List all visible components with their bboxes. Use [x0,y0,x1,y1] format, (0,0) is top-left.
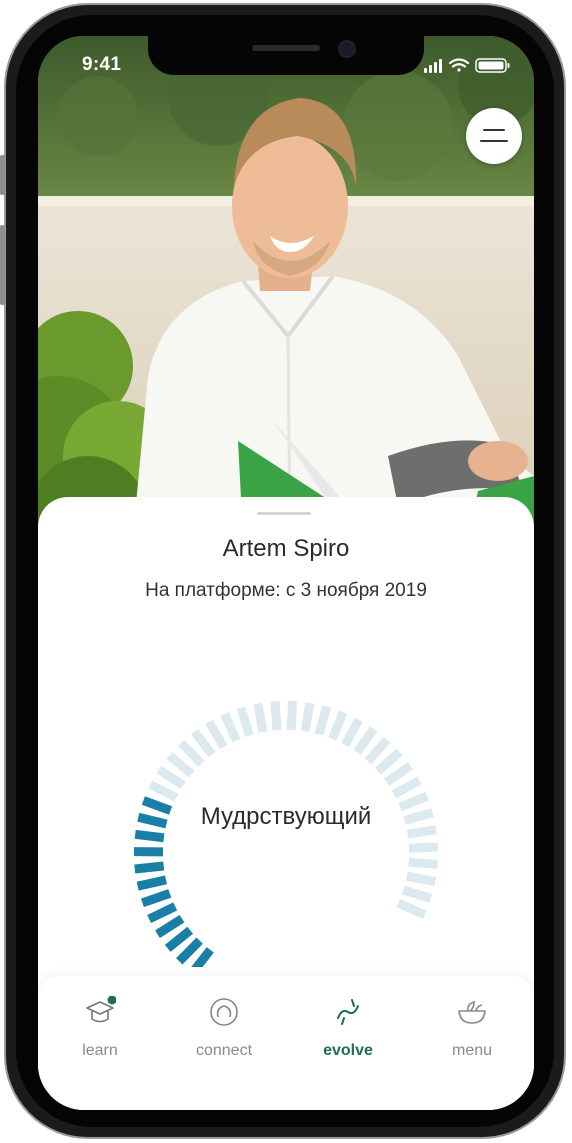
evolve-wave-icon [337,999,359,1025]
gauge-segment-inactive [341,717,363,748]
gauge-segment-inactive [408,857,438,869]
gauge-segment-inactive [353,726,378,756]
gauge-segment-inactive [156,765,186,790]
volume-button [0,225,5,305]
gauge-segment-inactive [314,705,332,736]
gauge-segment-inactive [408,842,439,853]
gauge-segment-inactive [391,776,422,799]
gauge-segment-active [136,875,167,891]
gauge-segment-inactive [401,885,433,903]
gauge-segment-active [140,889,172,908]
gauge-segment-inactive [220,712,241,743]
gauge-segment-inactive [364,736,391,765]
gauge-segment-inactive [396,898,427,919]
connect-ring-icon [210,998,238,1026]
gauge-segment-active [134,861,165,874]
status-time: 9:41 [82,54,122,75]
gauge-segment-inactive [178,739,205,767]
gauge-segment-inactive [148,780,179,802]
gauge-segment-active [134,829,165,843]
tab-learn[interactable]: learn [38,976,162,1076]
tab-menu-label: menu [451,1042,493,1059]
gauge-segment-active [147,902,178,924]
menu-line-bottom [480,140,508,142]
gauge-segment-inactive [205,719,228,750]
notification-badge [107,996,116,1005]
earpiece-speaker [252,45,320,51]
gauge-segment-inactive [384,761,413,786]
gauge-segment-inactive [286,700,297,731]
tab-connect-label: connect [195,1042,253,1059]
gauge-segment-inactive [236,706,254,737]
tab-evolve[interactable]: evolve [286,976,410,1076]
bottom-tab-bar: learn connect evolve menu [38,976,534,1110]
gauge-segment-inactive [374,748,403,775]
gauge-segment-inactive [405,871,437,887]
gauge-segment-inactive [300,702,315,733]
device-notch [148,36,424,75]
gauge-segment-inactive [270,701,282,731]
tab-evolve-label: evolve [323,1042,373,1059]
gauge-segment-inactive [191,728,216,758]
tab-learn-label: learn [82,1042,118,1059]
gauge-segment-inactive [166,752,195,778]
gauge-segment-active [164,926,194,952]
level-label: Мудрствующий [200,803,372,830]
gauge-segment-active [155,914,185,939]
status-icons [424,57,514,73]
gauge-segment-active [176,937,203,965]
battery-icon [475,58,510,73]
gauge-segment-inactive [253,702,268,733]
gauge-segment-active [191,947,214,967]
menu-line-top [483,129,505,131]
graduation-cap-icon [86,996,116,1023]
gauge-segment-inactive [328,710,348,741]
front-camera [338,40,356,58]
level-gauge [133,700,439,967]
wifi-icon [448,58,470,72]
profile-photo: 9:41 [38,36,534,536]
bowl-icon [458,1000,486,1024]
hamburger-menu-button[interactable] [466,108,522,164]
tab-connect[interactable]: connect [162,976,286,1076]
tab-menu[interactable]: menu [410,976,534,1076]
mute-switch [0,155,5,195]
signal-icon [424,59,442,73]
app-screen: 9:41 Artem Spiro На платформе: с 3 ноябр… [38,36,534,1110]
